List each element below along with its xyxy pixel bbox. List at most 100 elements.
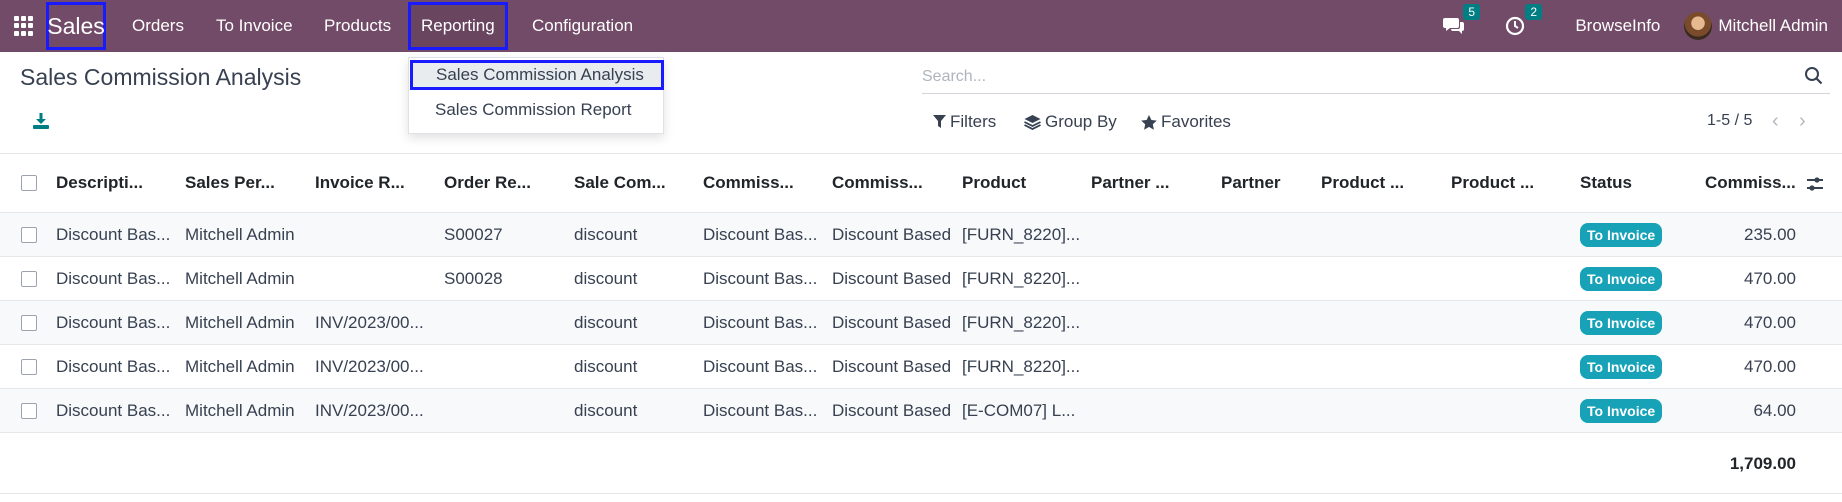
- column-header[interactable]: Invoice R...: [315, 154, 425, 212]
- column-header[interactable]: Order Re...: [444, 154, 554, 212]
- table-footer-row: 1,709.00: [0, 434, 1842, 494]
- status-badge: To Invoice: [1580, 354, 1663, 379]
- salesperson-cell: Mitchell Admin: [185, 356, 295, 376]
- column-header[interactable]: Product ...: [1451, 154, 1561, 212]
- table-row[interactable]: Discount Bas... Mitchell Admin S00027 di…: [0, 213, 1842, 257]
- menu-configuration[interactable]: Configuration: [532, 0, 633, 52]
- column-header[interactable]: Product: [962, 154, 1072, 212]
- menu-reporting[interactable]: Reporting: [408, 2, 508, 50]
- column-header[interactable]: Product ...: [1321, 154, 1431, 212]
- menu-to-invoice[interactable]: To Invoice: [216, 0, 293, 52]
- table-row[interactable]: Discount Bas... Mitchell Admin INV/2023/…: [0, 389, 1842, 433]
- commission-amount-cell: 235.00: [1744, 224, 1796, 244]
- menu-item-sales-commission-analysis[interactable]: Sales Commission Analysis: [410, 60, 664, 90]
- top-navbar: Sales Orders To Invoice Products Reporti…: [0, 0, 1842, 52]
- salesperson-cell: Mitchell Admin: [185, 312, 295, 332]
- download-icon[interactable]: [32, 112, 50, 130]
- column-header[interactable]: Sale Com...: [574, 154, 684, 212]
- search-bar: [922, 60, 1830, 94]
- row-select-cell: [21, 301, 37, 344]
- invoice-cell: [315, 213, 440, 256]
- select-all-cell: [21, 154, 37, 212]
- description-cell: Discount Bas...: [56, 312, 171, 332]
- status-cell: To Invoice: [1580, 345, 1663, 388]
- sale-commission-cell: discount: [574, 400, 638, 420]
- table-row[interactable]: Discount Bas... Mitchell Admin INV/2023/…: [0, 345, 1842, 389]
- favorites-label: Favorites: [1161, 112, 1231, 131]
- commission-type-cell: Discount Bas...: [703, 312, 818, 332]
- commission-based-cell: Discount Based: [832, 268, 952, 288]
- column-header[interactable]: Commiss...: [703, 154, 813, 212]
- activities-button[interactable]: 2: [1505, 4, 1543, 36]
- row-checkbox[interactable]: [21, 270, 37, 287]
- sale-commission-cell: discount: [574, 268, 638, 288]
- status-cell: To Invoice: [1580, 301, 1663, 344]
- app-brand-sales[interactable]: Sales: [46, 2, 106, 50]
- invoice-cell: INV/2023/00...: [315, 400, 424, 420]
- row-select-cell: [21, 257, 37, 300]
- star-icon: [1141, 114, 1157, 130]
- menu-item-sales-commission-report[interactable]: Sales Commission Report: [409, 94, 665, 126]
- chat-icon: [1443, 18, 1465, 34]
- order-cell: [444, 345, 569, 388]
- column-header[interactable]: Commiss...: [1705, 154, 1795, 212]
- user-menu[interactable]: Mitchell Admin: [1718, 16, 1828, 36]
- search-input[interactable]: [922, 64, 1782, 90]
- search-icon[interactable]: [1804, 66, 1824, 86]
- status-cell: To Invoice: [1580, 389, 1663, 432]
- select-all-checkbox[interactable]: [21, 175, 37, 191]
- apps-grid-icon[interactable]: [14, 16, 34, 36]
- messages-button[interactable]: 5: [1443, 4, 1481, 36]
- favorites-button[interactable]: Favorites: [1141, 112, 1231, 132]
- commission-type-cell: Discount Bas...: [703, 224, 818, 244]
- commission-based-cell: Discount Based: [832, 400, 952, 420]
- column-header[interactable]: Status: [1580, 154, 1690, 212]
- row-checkbox[interactable]: [21, 358, 37, 375]
- list-view-table: Descripti... Sales Per... Invoice R... O…: [0, 153, 1842, 494]
- table-row[interactable]: Discount Bas... Mitchell Admin INV/2023/…: [0, 301, 1842, 345]
- table-row[interactable]: Discount Bas... Mitchell Admin S00028 di…: [0, 257, 1842, 301]
- commission-based-cell: Discount Based: [832, 356, 952, 376]
- row-select-cell: [21, 389, 37, 432]
- commission-type-cell: Discount Bas...: [703, 356, 818, 376]
- status-badge: To Invoice: [1580, 266, 1663, 291]
- status-badge: To Invoice: [1580, 310, 1663, 335]
- filters-label: Filters: [950, 112, 997, 131]
- row-checkbox[interactable]: [21, 314, 37, 331]
- pager-value[interactable]: 1-5 / 5: [1707, 112, 1752, 130]
- commission-amount-cell: 64.00: [1753, 400, 1796, 420]
- description-cell: Discount Bas...: [56, 356, 171, 376]
- pager-next-icon[interactable]: ›: [1799, 111, 1815, 131]
- company-switcher[interactable]: BrowseInfo: [1575, 16, 1660, 36]
- column-header[interactable]: Sales Per...: [185, 154, 295, 212]
- commission-amount-cell: 470.00: [1744, 312, 1796, 332]
- salesperson-cell: Mitchell Admin: [185, 400, 295, 420]
- salesperson-cell: Mitchell Admin: [185, 224, 295, 244]
- commission-total: 1,709.00: [1729, 453, 1796, 473]
- column-header[interactable]: Partner: [1221, 154, 1331, 212]
- optional-columns-icon[interactable]: [1806, 175, 1824, 193]
- menu-products[interactable]: Products: [324, 0, 391, 52]
- menu-orders[interactable]: Orders: [132, 0, 184, 52]
- commission-based-cell: Discount Based: [832, 224, 952, 244]
- column-header[interactable]: Commiss...: [832, 154, 942, 212]
- status-badge: To Invoice: [1580, 222, 1663, 247]
- column-header[interactable]: Partner ...: [1091, 154, 1201, 212]
- order-cell: [444, 301, 569, 344]
- user-avatar[interactable]: [1684, 12, 1713, 40]
- invoice-cell: [315, 257, 440, 300]
- group-by-button[interactable]: Group By: [1024, 112, 1117, 132]
- row-checkbox[interactable]: [21, 402, 37, 419]
- product-cell: [FURN_8220]...: [962, 224, 1081, 244]
- commission-amount-cell: 470.00: [1744, 268, 1796, 288]
- description-cell: Discount Bas...: [56, 400, 171, 420]
- product-cell: [E-COM07] L...: [962, 400, 1076, 420]
- status-cell: To Invoice: [1580, 213, 1663, 256]
- filters-button[interactable]: Filters: [933, 112, 996, 132]
- row-checkbox[interactable]: [21, 226, 37, 243]
- status-cell: To Invoice: [1580, 257, 1663, 300]
- group-by-label: Group By: [1045, 112, 1117, 131]
- column-header[interactable]: Descripti...: [56, 154, 166, 212]
- pager-previous-icon[interactable]: ‹: [1772, 111, 1788, 131]
- row-select-cell: [21, 345, 37, 388]
